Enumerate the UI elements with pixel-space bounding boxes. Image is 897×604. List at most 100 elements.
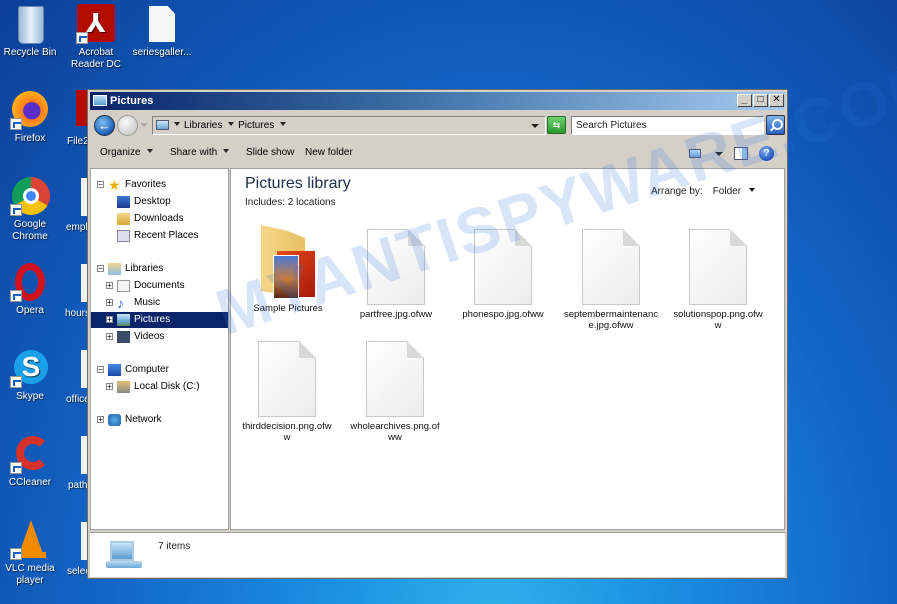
videos-icon xyxy=(117,331,130,343)
arrange-by-control[interactable]: Arrange by: Folder xyxy=(651,186,756,197)
library-includes-link[interactable]: Includes: 2 locations xyxy=(245,197,336,208)
file-icon xyxy=(689,229,747,305)
expand-icon[interactable]: + xyxy=(97,416,104,424)
nav-documents[interactable]: + Documents xyxy=(91,278,228,294)
expand-icon[interactable]: + xyxy=(106,316,113,324)
preview-pane-icon[interactable] xyxy=(734,147,748,160)
expand-icon[interactable]: + xyxy=(106,282,113,290)
address-history-dropdown[interactable] xyxy=(531,124,539,128)
file-item[interactable]: phonespo.jpg.ofww xyxy=(455,229,551,320)
details-pane: 7 items xyxy=(90,532,785,577)
explorer-window: Pictures _ □ ✕ ← Libraries Pictures ⇆ Se… xyxy=(87,89,788,579)
title-bar[interactable]: Pictures _ □ ✕ xyxy=(90,92,785,110)
nav-local-disk[interactable]: + Local Disk (C:) xyxy=(91,379,228,395)
search-input[interactable]: Search Pictures xyxy=(571,116,764,135)
desktop-icon-acrobat[interactable]: ⅄ Acrobat Reader DC xyxy=(61,4,131,71)
nav-computer[interactable]: − Computer xyxy=(91,362,228,378)
folder-item[interactable]: Sample Pictures xyxy=(239,223,337,314)
file-icon xyxy=(258,341,316,417)
desktop-icon-seriesgallery[interactable]: seriesgaller... xyxy=(127,4,197,59)
share-with-button[interactable]: Share with xyxy=(170,140,230,166)
chevron-down-icon xyxy=(223,149,230,154)
nav-favorites[interactable]: − ★ Favorites xyxy=(91,177,228,193)
file-item[interactable]: thirddecision.png.ofww xyxy=(239,341,335,443)
chevron-icon[interactable] xyxy=(174,122,180,127)
organize-button[interactable]: Organize xyxy=(100,140,153,166)
expand-icon[interactable]: + xyxy=(106,333,113,341)
maximize-button[interactable]: □ xyxy=(753,94,768,107)
chevron-down-icon xyxy=(146,149,153,154)
recent-places-icon xyxy=(117,230,130,242)
new-folder-button[interactable]: New folder xyxy=(305,140,353,166)
network-icon xyxy=(108,414,121,426)
pictures-library-icon xyxy=(156,120,169,130)
file-icon xyxy=(367,229,425,305)
change-view-icon[interactable] xyxy=(689,149,701,158)
skype-icon: S xyxy=(10,348,50,388)
documents-icon xyxy=(117,280,130,292)
item-name: wholearchives.png.ofww xyxy=(350,421,440,443)
nav-recent-places[interactable]: Recent Places xyxy=(91,228,228,244)
file-item[interactable]: septembermaintenance.jpg.ofww xyxy=(563,229,659,331)
desktop-icon-vlc[interactable]: VLC media player xyxy=(0,520,65,587)
desktop-icon-chrome[interactable]: Google Chrome xyxy=(0,176,65,243)
file-icon xyxy=(366,341,424,417)
collapse-icon[interactable]: − xyxy=(97,366,104,374)
music-icon: ♪ xyxy=(117,295,124,311)
chevron-icon[interactable] xyxy=(280,122,287,127)
desktop-icon-recycle-bin[interactable]: Recycle Bin xyxy=(0,4,65,59)
desktop-icon-skype[interactable]: S Skype xyxy=(0,348,65,403)
expand-icon[interactable]: + xyxy=(106,383,113,391)
file-item[interactable]: solutionspop.png.ofww xyxy=(671,229,765,331)
file-item[interactable]: wholearchives.png.ofww xyxy=(347,341,443,443)
nav-desktop[interactable]: Desktop xyxy=(91,194,228,210)
file-item[interactable]: partfree.jpg.ofww xyxy=(347,229,445,320)
sample-pictures-folder-icon xyxy=(259,223,317,299)
opera-icon xyxy=(10,262,50,302)
desktop-icon xyxy=(117,196,130,208)
expand-icon[interactable]: + xyxy=(106,299,113,307)
pictures-icon xyxy=(117,314,130,326)
file-list-pane: Pictures library Includes: 2 locations A… xyxy=(230,168,785,530)
chevron-icon[interactable] xyxy=(228,122,235,127)
forward-button[interactable] xyxy=(117,115,138,136)
view-options-dropdown[interactable] xyxy=(715,152,723,156)
item-count: 7 items xyxy=(158,541,191,552)
collapse-icon[interactable]: − xyxy=(97,181,104,189)
nav-libraries[interactable]: − Libraries xyxy=(91,261,228,277)
back-button[interactable]: ← xyxy=(94,115,115,136)
search-button[interactable] xyxy=(766,115,785,135)
desktop-icon-opera[interactable]: Opera xyxy=(0,262,65,317)
item-name: solutionspop.png.ofww xyxy=(673,309,763,331)
refresh-button[interactable]: ⇆ xyxy=(547,116,566,134)
chevron-down-icon xyxy=(749,188,756,193)
help-icon[interactable]: ? xyxy=(759,146,774,161)
address-bar[interactable]: Libraries Pictures xyxy=(152,116,546,135)
item-name: thirddecision.png.ofww xyxy=(242,421,332,443)
nav-downloads[interactable]: Downloads xyxy=(91,211,228,227)
nav-network[interactable]: + Network xyxy=(91,412,228,428)
pictures-library-large-icon xyxy=(106,541,142,571)
firefox-icon xyxy=(10,90,50,130)
item-name: septembermaintenance.jpg.ofww xyxy=(564,309,658,331)
item-name: phonespo.jpg.ofww xyxy=(462,309,544,320)
local-disk-icon xyxy=(117,381,130,393)
downloads-icon xyxy=(117,213,130,225)
minimize-button[interactable]: _ xyxy=(737,94,752,107)
recent-pages-dropdown[interactable] xyxy=(140,123,148,127)
nav-music[interactable]: + ♪ Music xyxy=(91,295,228,311)
item-name: Sample Pictures xyxy=(253,303,323,314)
breadcrumb-pictures[interactable]: Pictures xyxy=(238,120,274,131)
slide-show-button[interactable]: Slide show xyxy=(246,140,294,166)
navigation-pane: − ★ Favorites Desktop Downloads Recent P… xyxy=(90,168,229,530)
collapse-icon[interactable]: − xyxy=(97,265,104,273)
address-row: ← Libraries Pictures ⇆ Search Pictures xyxy=(90,112,785,138)
file-icon xyxy=(474,229,532,305)
nav-videos[interactable]: + Videos xyxy=(91,329,228,345)
close-button[interactable]: ✕ xyxy=(769,94,784,107)
chrome-icon xyxy=(10,176,50,216)
breadcrumb-libraries[interactable]: Libraries xyxy=(184,120,222,131)
desktop-icon-firefox[interactable]: Firefox xyxy=(0,90,65,145)
desktop-icon-ccleaner[interactable]: CCleaner xyxy=(0,434,65,489)
nav-pictures[interactable]: + Pictures xyxy=(91,312,228,328)
